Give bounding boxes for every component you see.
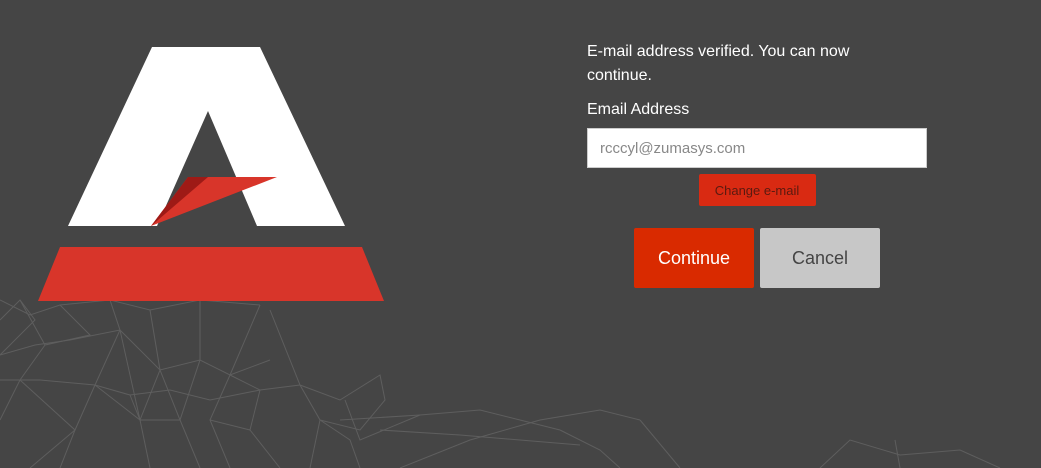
logo-base-bar [38, 247, 384, 301]
verification-message: E-mail address verified. You can now con… [587, 43, 850, 84]
company-logo [38, 47, 384, 301]
change-email-button[interactable]: Change e-mail [698, 174, 816, 206]
continue-button[interactable]: Continue [634, 228, 754, 288]
verification-panel: E-mail address verified. You can now con… [587, 40, 927, 288]
email-label: Email Address [587, 101, 690, 118]
login-page: E-mail address verified. You can now con… [0, 0, 1041, 468]
email-field[interactable] [587, 128, 927, 168]
cancel-button[interactable]: Cancel [760, 228, 880, 288]
action-buttons: Continue Cancel [634, 228, 880, 288]
